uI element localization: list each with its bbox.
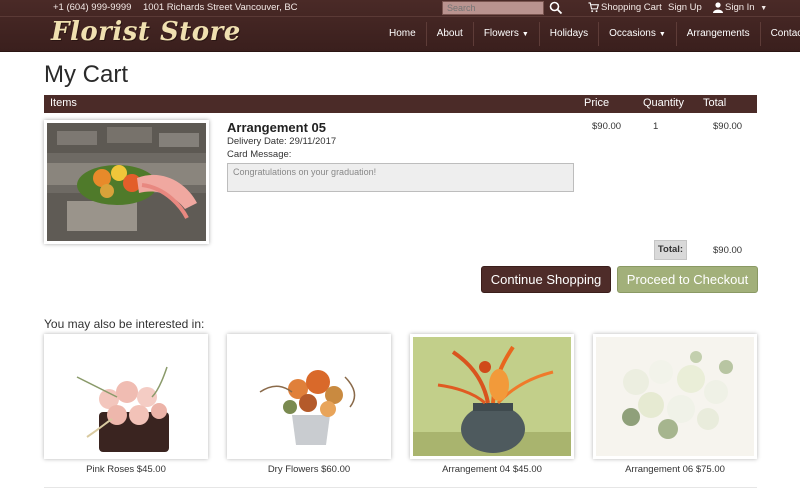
product-caption-pink-roses[interactable]: Pink Roses $45.00 bbox=[44, 464, 208, 475]
column-price: Price bbox=[584, 97, 610, 109]
nav-occasions[interactable]: Occasions ▼ bbox=[598, 22, 676, 46]
nav-holidays[interactable]: Holidays bbox=[538, 22, 598, 46]
product-caption-arrangement-06[interactable]: Arrangement 06 $75.00 bbox=[593, 464, 757, 475]
shopping-cart-icon bbox=[588, 2, 599, 13]
cart-item-price: $90.00 bbox=[592, 121, 622, 132]
user-icon bbox=[713, 2, 723, 13]
total-label: Total: bbox=[654, 240, 687, 260]
card-message-field[interactable]: Congratulations on your graduation! bbox=[227, 163, 574, 192]
nav-arrangements[interactable]: Arrangements bbox=[675, 22, 760, 46]
column-quantity: Quantity bbox=[643, 97, 684, 109]
product-card-image[interactable] bbox=[44, 334, 208, 459]
product-card-image[interactable] bbox=[593, 334, 757, 459]
continue-shopping-button[interactable]: Continue Shopping bbox=[481, 266, 611, 293]
card-message-label: Card Message: bbox=[227, 149, 292, 160]
column-total: Total bbox=[703, 97, 727, 109]
product-caption-arrangement-04[interactable]: Arrangement 04 $45.00 bbox=[410, 464, 574, 475]
product-card-image[interactable] bbox=[227, 334, 391, 459]
delivery-date: Delivery Date: 29/11/2017 bbox=[227, 136, 337, 147]
sign-up-link[interactable]: Sign Up bbox=[668, 2, 702, 13]
proceed-to-checkout-button[interactable]: Proceed to Checkout bbox=[617, 266, 758, 293]
site-header: +1 (604) 999-9999 1001 Richards Street V… bbox=[0, 0, 800, 52]
search-icon[interactable] bbox=[549, 1, 563, 15]
cart-item-total: $90.00 bbox=[713, 121, 743, 132]
main-nav: Home About Flowers ▼ Holidays Occasions ▼ … bbox=[379, 22, 800, 46]
nav-flowers[interactable]: Flowers ▼ bbox=[472, 22, 539, 46]
chevron-down-icon: ▼ bbox=[658, 31, 666, 38]
footer-divider bbox=[44, 487, 757, 488]
cart-table-header: Items Price Quantity Total bbox=[44, 95, 757, 113]
column-items: Items bbox=[50, 97, 77, 109]
phone-number: +1 (604) 999-9999 bbox=[53, 2, 132, 13]
cart-item-quantity[interactable]: 1 bbox=[653, 121, 658, 132]
store-logo[interactable]: Florist Store bbox=[51, 17, 241, 47]
store-address: 1001 Richards Street Vancouver, BC bbox=[143, 2, 298, 13]
shopping-cart-link[interactable]: Shopping Cart bbox=[601, 2, 662, 13]
nav-about[interactable]: About bbox=[425, 22, 473, 46]
total-value: $90.00 bbox=[713, 245, 743, 256]
chevron-down-icon: ▼ bbox=[521, 31, 529, 38]
product-caption-dry-flowers[interactable]: Dry Flowers $60.00 bbox=[227, 464, 391, 475]
suggestions-title: You may also be interested in: bbox=[44, 317, 205, 331]
search-input[interactable] bbox=[442, 1, 544, 15]
sign-in-link[interactable]: Sign In ▼ bbox=[725, 2, 767, 13]
product-card-image[interactable] bbox=[410, 334, 574, 459]
nav-home[interactable]: Home bbox=[379, 22, 426, 46]
cart-item-name[interactable]: Arrangement 05 bbox=[227, 120, 326, 135]
page-title: My Cart bbox=[44, 61, 128, 88]
nav-contact[interactable]: Contact bbox=[759, 22, 800, 46]
cart-item-image[interactable] bbox=[44, 120, 209, 244]
top-bar: +1 (604) 999-9999 1001 Richards Street V… bbox=[0, 0, 800, 17]
